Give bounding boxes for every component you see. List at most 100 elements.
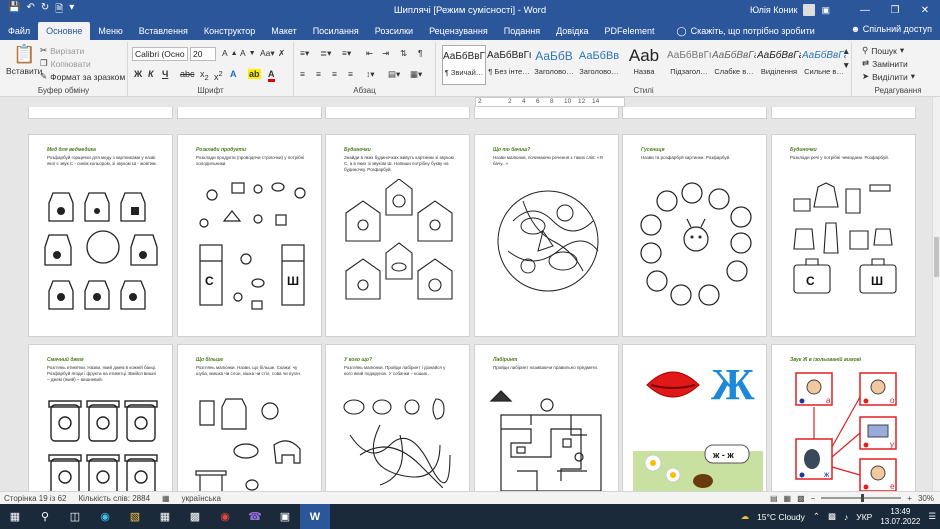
page-who-has-what[interactable]: У кого що? Розглянь малюнки. Пройди лабі… bbox=[325, 344, 470, 491]
undo-icon[interactable]: ↶ bbox=[26, 2, 34, 19]
page-what-you-see[interactable]: Що то бачиш? Назви малюнки, починаючи ре… bbox=[474, 134, 619, 337]
read-mode-icon[interactable]: ▤ bbox=[770, 494, 778, 503]
style-title[interactable]: Aab Назва bbox=[622, 45, 666, 85]
start-icon[interactable]: ▦ bbox=[0, 504, 30, 529]
page-houses[interactable]: Будиночки Знайди в яких будиночках живут… bbox=[325, 134, 470, 337]
tab-menu[interactable]: Меню bbox=[90, 22, 130, 40]
pilcrow-icon[interactable]: ¶ bbox=[418, 48, 423, 58]
zoom-out-icon[interactable]: − bbox=[811, 494, 816, 503]
account-area[interactable]: Юлія Коник ▣ bbox=[750, 4, 830, 16]
tell-me-search[interactable]: ◯ Скажіть, що потрібно зробити bbox=[669, 22, 823, 40]
bullets-icon[interactable]: ≡▾ bbox=[300, 48, 309, 59]
customize-icon[interactable]: ▾ bbox=[69, 2, 74, 19]
keyboard-language[interactable]: УКР bbox=[856, 512, 872, 522]
tab-design[interactable]: Конструктор bbox=[196, 22, 263, 40]
word-icon[interactable]: W bbox=[300, 504, 330, 529]
page-suitcases[interactable]: Будиночки Розклади речі у потрібні чемод… bbox=[771, 134, 916, 337]
share-button[interactable]: ☻ Спільний доступ bbox=[851, 24, 932, 34]
highlight-button[interactable]: ab bbox=[248, 69, 261, 79]
tab-mailings[interactable]: Розсилки bbox=[367, 22, 421, 40]
store-icon[interactable]: ▦ bbox=[150, 504, 180, 529]
avatar[interactable] bbox=[803, 4, 816, 16]
paste-button[interactable]: 📋 Вставити bbox=[6, 44, 42, 76]
minimize-icon[interactable]: — bbox=[850, 5, 880, 16]
tab-file[interactable]: Файл bbox=[0, 22, 38, 40]
style-subtitle[interactable]: АаБбВвГг Підзагол… bbox=[667, 45, 711, 85]
zoom-slider-knob[interactable] bbox=[861, 494, 865, 502]
page-sound-zh[interactable]: Звук Ж в ізольованій вимові а о у е ж bbox=[771, 344, 916, 491]
network-icon[interactable]: ▩ bbox=[828, 511, 836, 522]
clear-format-icon[interactable]: ✗ bbox=[278, 48, 285, 59]
viber-icon[interactable]: ☎ bbox=[240, 504, 270, 529]
file-explorer-icon[interactable]: ▧ bbox=[120, 504, 150, 529]
chevron-up-icon[interactable]: ▲ bbox=[842, 46, 850, 56]
page-products[interactable]: Розклади продукти Розклади продукти (про… bbox=[177, 134, 322, 337]
zoom-slider[interactable] bbox=[821, 494, 902, 502]
underline-button[interactable]: Ч bbox=[162, 69, 168, 79]
scrollbar-thumb[interactable] bbox=[934, 237, 939, 277]
page-what-bigger[interactable]: Що більше Розглянь малюнки. Назви, що бі… bbox=[177, 344, 322, 491]
styles-scroll[interactable]: ▲ ▼ bbox=[842, 46, 850, 70]
select-button[interactable]: ➤ Виділити ▾ bbox=[862, 71, 915, 82]
tab-pdfelement[interactable]: PDFelement bbox=[596, 22, 662, 40]
strikethrough-button[interactable]: abc bbox=[180, 69, 195, 79]
line-spacing-icon[interactable]: ↕▾ bbox=[366, 69, 375, 80]
page-jam[interactable]: Смачний джем Розглянь етикетки. Назви, я… bbox=[28, 344, 173, 491]
tab-home[interactable]: Основне bbox=[38, 22, 91, 40]
align-center-icon[interactable]: ≡ bbox=[316, 69, 321, 79]
tab-help[interactable]: Довідка bbox=[548, 22, 596, 40]
subscript-button[interactable]: x2 bbox=[200, 69, 209, 82]
page-honey-pots[interactable]: Мед для ведмедика Розфарбуй горщечки для… bbox=[28, 134, 173, 337]
style-heading2[interactable]: АаБбВв Заголово… bbox=[577, 45, 621, 85]
tab-layout[interactable]: Макет bbox=[263, 22, 304, 40]
style-emphasis[interactable]: АаБбВвГг Виділення bbox=[757, 45, 801, 85]
user-name[interactable]: Юлія Коник bbox=[750, 5, 798, 15]
ribbon-display-icon[interactable]: ▣ bbox=[821, 5, 830, 16]
zoom-level[interactable]: 30% bbox=[918, 494, 934, 503]
italic-button[interactable]: К bbox=[148, 69, 154, 79]
edge-icon[interactable]: ◉ bbox=[90, 504, 120, 529]
proofing-icon[interactable]: ▦ bbox=[162, 494, 170, 503]
numbering-icon[interactable]: ≣▾ bbox=[320, 48, 331, 59]
increase-indent-icon[interactable]: ⇥ bbox=[382, 48, 389, 59]
document-area[interactable]: Мед для ведмедика Розфарбуй горщечки для… bbox=[0, 107, 932, 491]
volume-icon[interactable]: ♪ bbox=[844, 512, 848, 522]
language-indicator[interactable]: українська bbox=[182, 494, 221, 503]
bold-button[interactable]: Ж bbox=[134, 69, 142, 79]
grow-font-button[interactable]: A ▲ bbox=[222, 48, 238, 58]
clock[interactable]: 13:49 13.07.2022 bbox=[880, 507, 920, 527]
font-color-button[interactable]: A bbox=[268, 69, 275, 82]
justify-icon[interactable]: ≡ bbox=[348, 69, 353, 79]
print-preview-icon[interactable]: 🗎 bbox=[55, 2, 63, 19]
print-layout-icon[interactable]: ▦ bbox=[784, 494, 792, 503]
save-icon[interactable]: 💾 bbox=[8, 2, 20, 19]
tab-review[interactable]: Рецензування bbox=[421, 22, 496, 40]
style-subtle-emphasis[interactable]: АаБбВвГг Слабке в… bbox=[712, 45, 756, 85]
tab-references[interactable]: Посилання bbox=[305, 22, 367, 40]
find-button[interactable]: ⚲ Пошук ▾ bbox=[862, 45, 904, 56]
weather-icon[interactable]: ☁ bbox=[741, 511, 750, 522]
tab-insert[interactable]: Вставлення bbox=[131, 22, 196, 40]
page-labyrinth[interactable]: Лабіринт Пройди лабіринт називаючи прави… bbox=[474, 344, 619, 491]
maximize-icon[interactable]: ❐ bbox=[880, 5, 910, 16]
change-case-button[interactable]: Aa▾ bbox=[260, 48, 275, 59]
shrink-font-button[interactable]: A ▼ bbox=[240, 48, 256, 58]
search-icon[interactable]: ⚲ bbox=[30, 504, 60, 529]
shading-icon[interactable]: ▤▾ bbox=[388, 69, 400, 80]
zoom-in-icon[interactable]: + bbox=[907, 494, 912, 503]
chevron-down-icon[interactable]: ▼ bbox=[842, 60, 850, 70]
sort-icon[interactable]: ⇅ bbox=[400, 48, 407, 59]
page-caterpillar[interactable]: Гусениця Назви та розфарбуй картинки. Ро… bbox=[622, 134, 767, 337]
redo-icon[interactable]: ↻ bbox=[41, 2, 49, 19]
style-heading1[interactable]: АаБбВ Заголово… bbox=[532, 45, 576, 85]
horizontal-ruler[interactable]: 2 2 4 6 8 10 12 14 bbox=[475, 97, 625, 107]
decrease-indent-icon[interactable]: ⇤ bbox=[366, 48, 373, 59]
replace-button[interactable]: ⇄ Замінити bbox=[862, 58, 908, 69]
align-right-icon[interactable]: ≡ bbox=[332, 69, 337, 79]
task-view-icon[interactable]: ◫ bbox=[60, 504, 90, 529]
page-count[interactable]: Сторінка 19 із 62 bbox=[4, 494, 66, 503]
font-size-field[interactable]: 20 bbox=[190, 47, 216, 61]
tab-view[interactable]: Подання bbox=[496, 22, 548, 40]
superscript-button[interactable]: x2 bbox=[214, 69, 223, 82]
word-count[interactable]: Кількість слів: 2884 bbox=[78, 494, 150, 503]
